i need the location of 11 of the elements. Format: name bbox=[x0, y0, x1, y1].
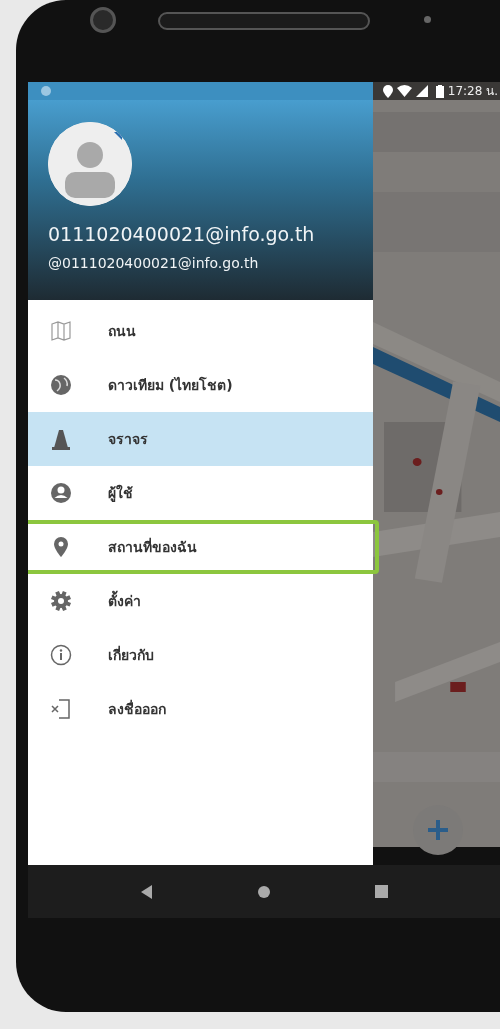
menu-item[interactable]: ตั้งค่า bbox=[28, 574, 373, 628]
account-handle: @0111020400021@info.go.th bbox=[48, 253, 260, 273]
menu-item[interactable]: ผู้ใช้ bbox=[28, 466, 373, 520]
status-time: 17:28 น. bbox=[447, 83, 498, 100]
account-name: 0111020400021@info.go.th bbox=[48, 222, 316, 247]
menu-item[interactable]: สถานที่ของฉัน bbox=[28, 520, 379, 574]
menu-item[interactable]: ดาวเทียม (ไทยโชต) bbox=[28, 358, 373, 412]
menu-item[interactable]: ลงชื่อออก bbox=[28, 682, 373, 736]
menu-item[interactable]: จราจร bbox=[28, 412, 373, 466]
menu-item[interactable]: เกี่ยวกับ bbox=[28, 628, 373, 682]
menu-item[interactable]: ถนน bbox=[28, 304, 373, 358]
